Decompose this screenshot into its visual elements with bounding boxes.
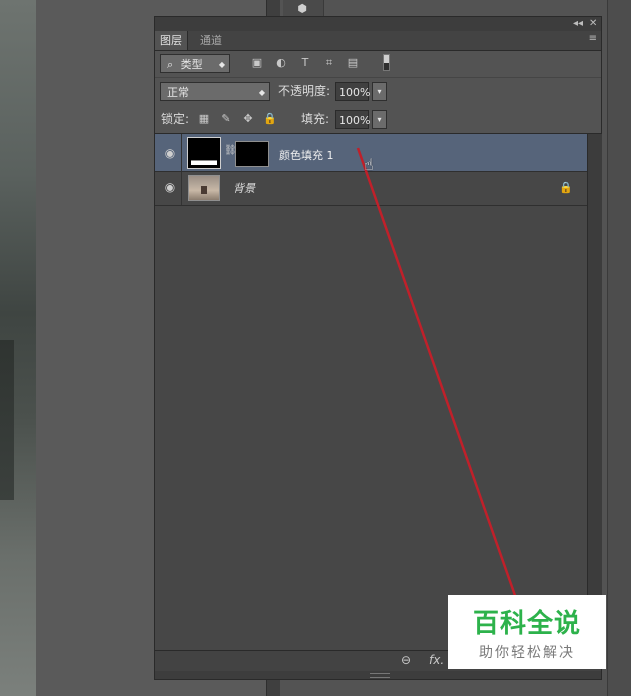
lock-row: 锁定: ▦ ✎ ✥ 🔒 填充: 100% ▾ [155, 106, 601, 134]
lock-position-icon[interactable]: ✥ [241, 112, 255, 126]
layers-panel: ◂◂ ✕ 图层 通道 ≡ ⌕ 类型 ◆ ▣ ◐ T ⌗ ▤ 正常 ◆ 不透明度:… [154, 16, 602, 680]
smart-object-filter-icon[interactable]: ▤ [346, 56, 360, 70]
lock-icon: 🔒 [559, 181, 573, 194]
grip-lines [370, 673, 390, 678]
panel-menu-icon[interactable]: ≡ [589, 33, 597, 44]
blend-mode-value: 正常 [167, 86, 189, 99]
shape-filter-icon[interactable]: ⌗ [322, 56, 336, 70]
panel-titlebar[interactable]: ◂◂ ✕ [155, 17, 601, 32]
filter-row: ⌕ 类型 ◆ ▣ ◐ T ⌗ ▤ [155, 50, 601, 78]
blend-mode-select[interactable]: 正常 ◆ [160, 82, 270, 101]
fill-label: 填充: [301, 112, 330, 126]
close-panel-icon[interactable]: ✕ [589, 17, 597, 31]
filter-kind-select[interactable]: ⌕ 类型 ◆ [160, 54, 230, 73]
tab-layers[interactable]: 图层 [155, 31, 188, 50]
link-layers-icon[interactable]: ⊖ [401, 653, 411, 667]
layer-row-background[interactable]: ◉ 背景 🔒 [155, 172, 587, 206]
eye-icon[interactable]: ◉ [160, 180, 180, 200]
fill-dropdown-icon[interactable]: ▾ [372, 110, 387, 129]
hand-cursor-icon: ☝ [364, 155, 374, 174]
lock-label: 锁定: [161, 112, 190, 126]
collapse-panel-icon[interactable]: ◂◂ [573, 17, 583, 31]
lock-all-icon[interactable]: 🔒 [263, 112, 277, 126]
filter-toggle[interactable] [383, 54, 390, 71]
visibility-column-divider [181, 134, 182, 171]
blend-row: 正常 ◆ 不透明度: 100% ▾ [155, 78, 601, 105]
lock-transparency-icon[interactable]: ▦ [197, 112, 211, 126]
eye-icon[interactable]: ◉ [160, 146, 180, 166]
layer-list-scrollbar[interactable] [587, 134, 602, 650]
opacity-dropdown-icon[interactable]: ▾ [372, 82, 387, 101]
opacity-input[interactable]: 100% [335, 82, 370, 101]
layer-mask-thumbnail[interactable] [235, 141, 269, 167]
opacity-label: 不透明度: [278, 84, 331, 98]
canvas-image-strip [0, 0, 36, 696]
right-dock-gutter [607, 0, 631, 696]
visibility-column-divider [181, 172, 182, 205]
watermark-subtitle: 助你轻松解决 [479, 645, 575, 661]
background-layer-thumbnail[interactable] [188, 175, 220, 201]
layer-name[interactable]: 颜色填充 1 [279, 147, 334, 163]
chevron-updown-icon: ◆ [218, 60, 225, 69]
type-filter-icon[interactable]: T [298, 56, 312, 70]
3d-icon[interactable]: ⬢ [295, 3, 309, 15]
search-icon: ⌕ [167, 58, 174, 71]
panel-tabs: 图层 通道 ≡ [155, 31, 601, 51]
tab-channels[interactable]: 通道 [195, 31, 227, 50]
filter-kind-label: 类型 [180, 58, 203, 71]
fx-icon[interactable]: fx. [429, 653, 444, 667]
layer-name[interactable]: 背景 [233, 180, 255, 196]
panel-resize-grip[interactable] [155, 671, 601, 679]
fill-input[interactable]: 100% [335, 110, 370, 129]
image-filter-icon[interactable]: ▣ [250, 56, 264, 70]
chevron-updown-icon: ◆ [258, 88, 265, 97]
layer-list: ◉ ⛓ 颜色填充 1 ◉ 背景 🔒 [155, 134, 587, 650]
adjustment-filter-icon[interactable]: ◐ [274, 56, 288, 70]
watermark-logo: 百科全说 助你轻松解决 [448, 595, 606, 669]
lock-pixels-icon[interactable]: ✎ [219, 112, 233, 126]
fill-layer-thumbnail[interactable] [187, 137, 221, 169]
watermark-title: 百科全说 [472, 609, 581, 639]
